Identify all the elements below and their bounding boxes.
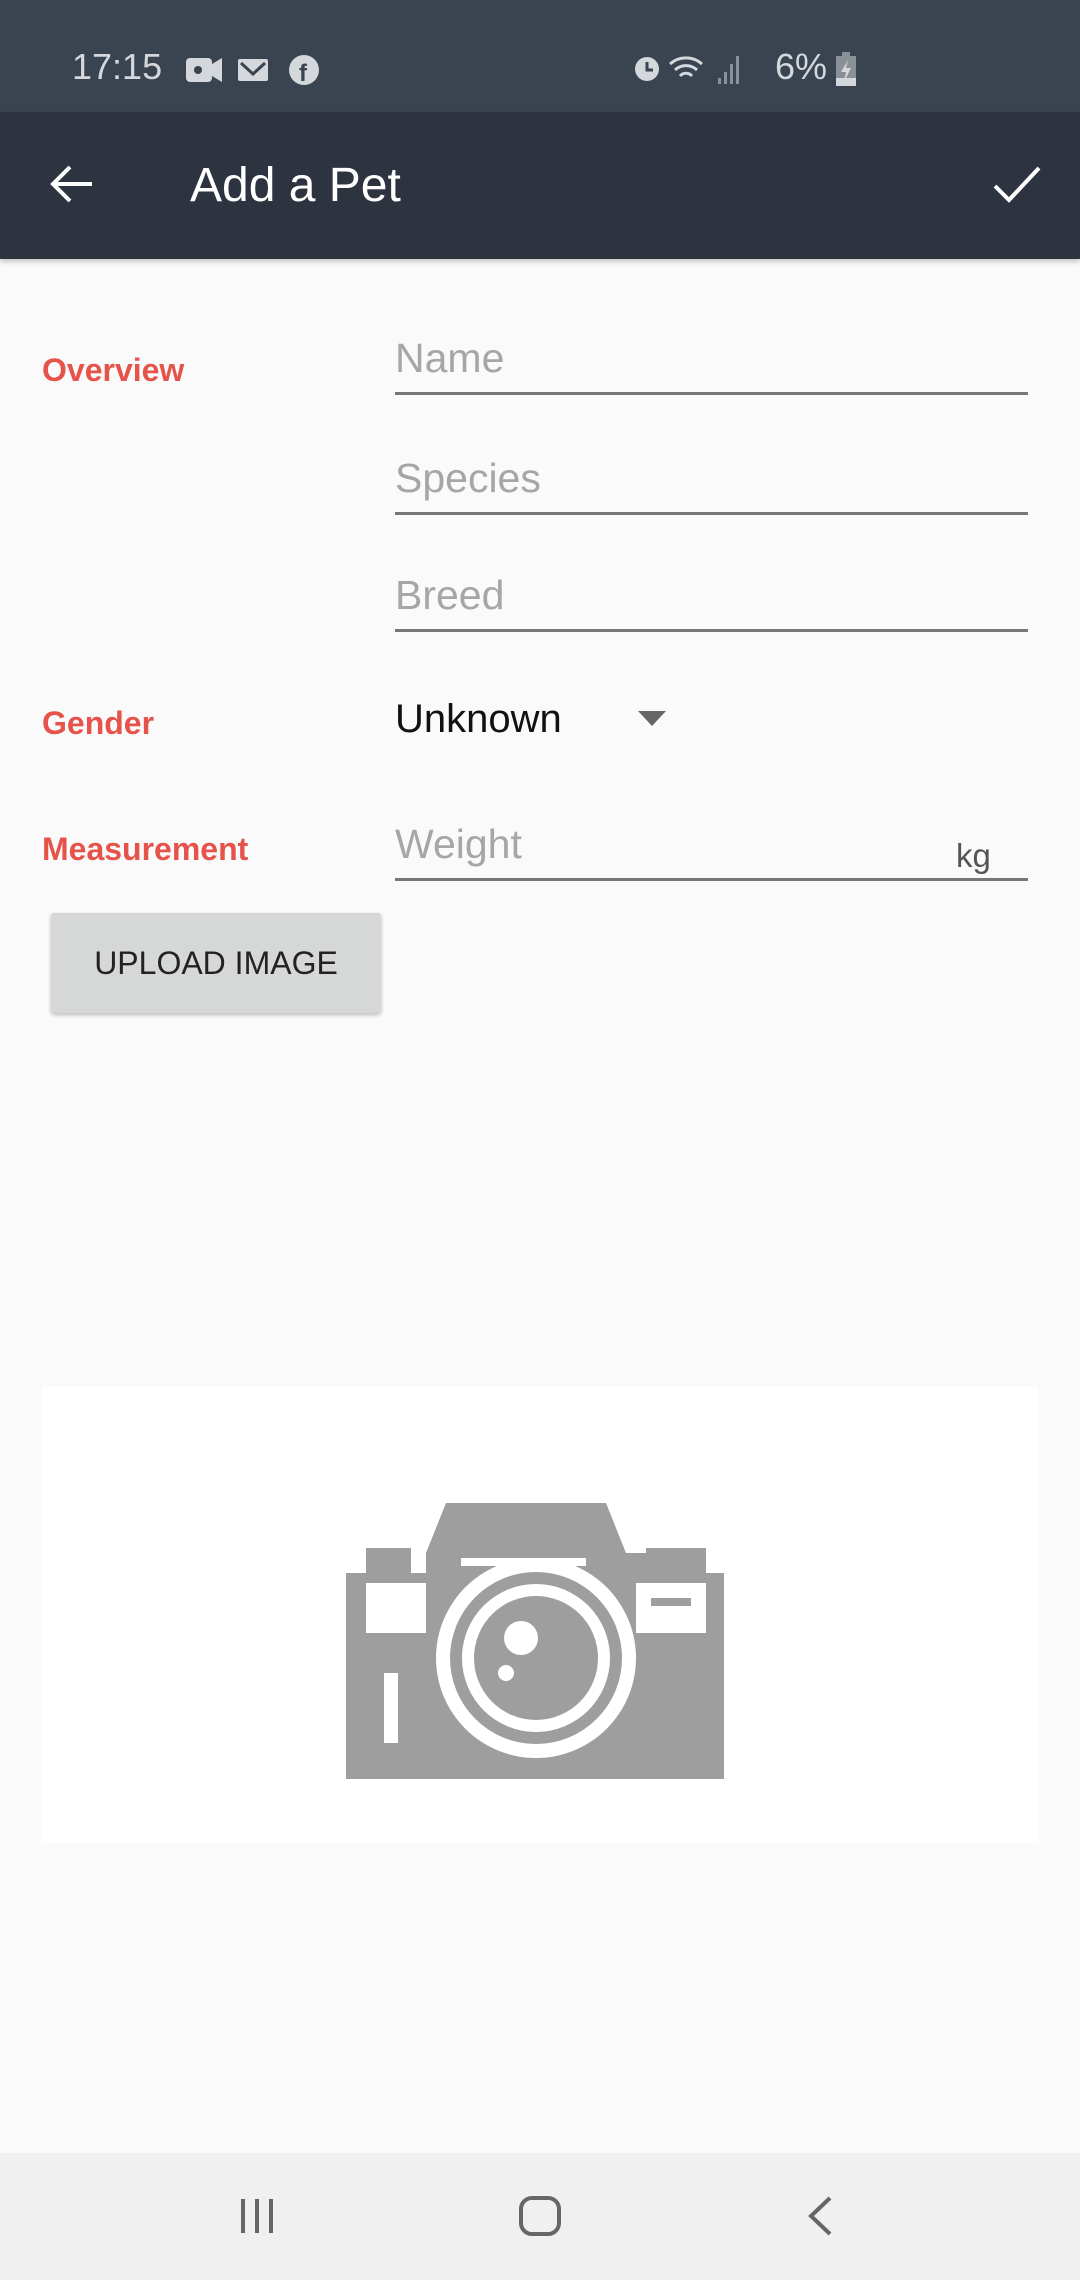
gender-value: Unknown: [395, 697, 562, 741]
home-icon[interactable]: [518, 2195, 562, 2237]
gender-dropdown[interactable]: Unknown: [395, 695, 685, 751]
signal-icon: [718, 56, 739, 84]
weight-field[interactable]: kg: [395, 821, 1028, 881]
system-nav-bar: [0, 2153, 1080, 2280]
pet-image-placeholder: [42, 1387, 1038, 1843]
app-bar: Add a Pet: [0, 112, 1080, 259]
page-title: Add a Pet: [190, 159, 401, 212]
measurement-label: Measurement: [42, 831, 249, 867]
weight-unit: kg: [956, 837, 991, 874]
dropdown-arrow-icon: [638, 711, 666, 726]
system-icons: [635, 56, 739, 84]
video-icon: [186, 58, 222, 82]
gmail-icon: [238, 59, 268, 81]
recents-icon[interactable]: [238, 2197, 278, 2235]
check-icon[interactable]: [992, 164, 1042, 204]
arrow-left-icon[interactable]: [50, 164, 94, 204]
wifi-icon: [669, 56, 703, 78]
status-bar: 17:15 f 6%: [0, 0, 1080, 112]
notification-icons: f: [186, 55, 319, 86]
camera-icon: [346, 1503, 724, 1779]
species-input[interactable]: [395, 455, 1028, 502]
alarm-icon: [635, 57, 659, 81]
breed-input[interactable]: [395, 572, 1028, 619]
weight-input[interactable]: [395, 821, 915, 868]
overview-label: Overview: [42, 352, 185, 388]
battery-charging-icon: [836, 52, 856, 86]
species-field[interactable]: [395, 455, 1028, 515]
name-field[interactable]: [395, 335, 1028, 395]
facebook-icon: f: [289, 55, 319, 86]
upload-image-button[interactable]: UPLOAD IMAGE: [51, 913, 381, 1013]
breed-field[interactable]: [395, 572, 1028, 632]
battery-percent: 6%: [775, 46, 828, 87]
svg-text:f: f: [299, 60, 308, 86]
gender-label: Gender: [42, 705, 155, 741]
back-icon[interactable]: [806, 2195, 834, 2237]
status-time: 17:15: [72, 46, 163, 87]
name-input[interactable]: [395, 335, 1028, 382]
